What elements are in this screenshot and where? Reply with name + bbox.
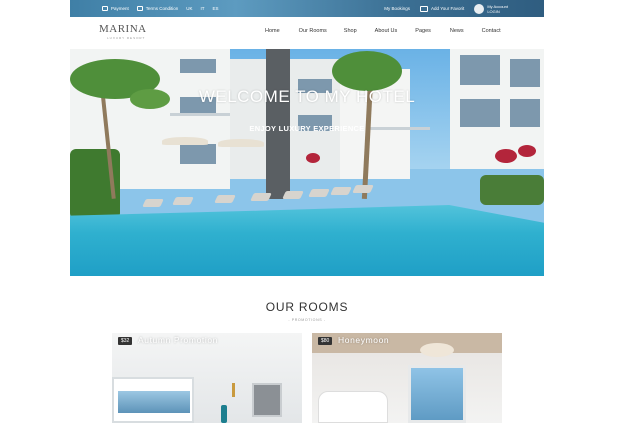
- nav-pages[interactable]: Pages: [415, 28, 431, 34]
- nav-about-us[interactable]: About Us: [375, 28, 398, 34]
- lounger: [172, 197, 194, 205]
- hero-flowers: [518, 145, 536, 157]
- hero-subtitle: ENJOY LUXURY EXPERIENCE: [249, 124, 365, 133]
- account-link[interactable]: My Account LOGIN: [474, 3, 508, 14]
- room-card-autumn[interactable]: $32 Autumn Promotion: [112, 333, 302, 423]
- lounger: [352, 185, 374, 193]
- terms-link[interactable]: Terms Condition: [136, 6, 179, 11]
- lounger: [214, 195, 236, 203]
- hero-window: [460, 55, 500, 85]
- room-card-honeymoon[interactable]: $80 Honeymoon: [312, 333, 502, 423]
- logo-name: MARINA: [99, 23, 147, 35]
- hero-title: WELCOME TO MY HOTEL: [198, 87, 416, 106]
- payment-label: Payment: [111, 6, 129, 11]
- mail-icon: [420, 5, 429, 12]
- top-bar: Payment Terms Condition UK IT ES My Book…: [70, 0, 544, 17]
- nav-our-rooms[interactable]: Our Rooms: [299, 28, 327, 34]
- lounger: [282, 191, 304, 199]
- room-vase: [221, 405, 227, 423]
- nav-contact[interactable]: Contact: [482, 28, 501, 34]
- lounger: [142, 199, 164, 207]
- favorite-link[interactable]: Add Your Favorit: [420, 5, 465, 12]
- lounger: [250, 193, 272, 201]
- language-it[interactable]: IT: [201, 6, 205, 11]
- palm-leaves: [332, 51, 402, 91]
- payment-link[interactable]: Payment: [102, 6, 129, 11]
- lounger: [330, 187, 352, 195]
- terms-icon: [136, 6, 143, 11]
- login-label: LOGIN: [487, 8, 500, 14]
- nav-shop[interactable]: Shop: [344, 28, 357, 34]
- logo[interactable]: MARINA LUXURY RESORT: [99, 23, 147, 40]
- room-window-view: [118, 391, 190, 413]
- favorite-label: Add Your Favorit: [431, 6, 465, 11]
- top-bar-left: Payment Terms Condition UK IT ES: [102, 0, 219, 17]
- room-price: $32: [118, 337, 133, 345]
- hero-window: [510, 59, 540, 87]
- hero-window: [180, 144, 216, 164]
- header: MARINA LUXURY RESORT Home Our Rooms Shop…: [70, 17, 544, 49]
- hero-flowers: [495, 149, 517, 163]
- room-window: [408, 365, 466, 423]
- umbrella: [162, 137, 208, 145]
- hero-hedge: [480, 175, 544, 205]
- payment-icon: [102, 6, 108, 11]
- umbrella: [218, 139, 264, 147]
- hero-window: [180, 59, 216, 73]
- rooms-subtitle: - PROMOTIONS -: [288, 318, 326, 322]
- hero-flowers: [306, 153, 320, 163]
- page: Payment Terms Condition UK IT ES My Book…: [70, 0, 544, 423]
- room-price: $80: [318, 337, 333, 345]
- room-bathtub: [318, 391, 388, 423]
- nav-news[interactable]: News: [450, 28, 464, 34]
- lounger: [308, 189, 330, 197]
- top-bar-right: My Bookings Add Your Favorit My Account …: [384, 0, 508, 17]
- nav-home[interactable]: Home: [265, 28, 280, 34]
- avatar-icon: [474, 3, 485, 14]
- room-light: [420, 343, 454, 357]
- room-name: Autumn Promotion: [138, 335, 218, 345]
- language-uk[interactable]: UK: [186, 6, 192, 11]
- language-es[interactable]: ES: [213, 6, 219, 11]
- room-lamp: [232, 383, 235, 397]
- hero-railing: [170, 113, 230, 116]
- hero-banner: WELCOME TO MY HOTEL ENJOY LUXURY EXPERIE…: [70, 49, 544, 276]
- terms-label: Terms Condition: [145, 6, 179, 11]
- my-bookings-link[interactable]: My Bookings: [384, 6, 410, 11]
- logo-tagline: LUXURY RESORT: [107, 36, 146, 40]
- pool: [70, 205, 544, 276]
- rooms-title: OUR ROOMS: [265, 300, 349, 314]
- room-name: Honeymoon: [338, 335, 390, 345]
- room-tv: [252, 383, 282, 417]
- main-nav: Home Our Rooms Shop About Us Pages News …: [260, 28, 501, 34]
